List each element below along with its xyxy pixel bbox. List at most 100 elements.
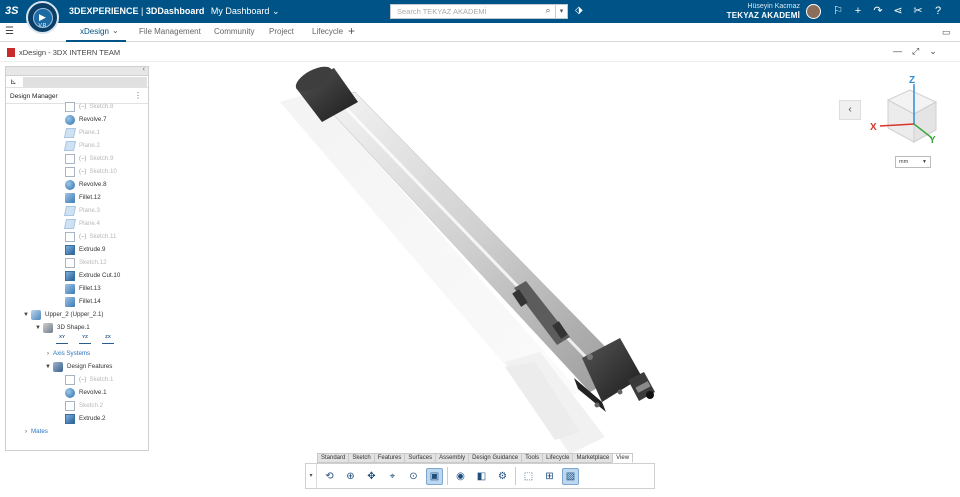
tree-filter-input[interactable]	[23, 77, 147, 87]
tree-item[interactable]: Plane.1	[63, 126, 100, 139]
reference-plane-icon[interactable]: ZX	[102, 334, 114, 344]
chevron-down-icon[interactable]: ⌄	[929, 46, 937, 57]
tree-item[interactable]: Fillet.14	[65, 295, 101, 308]
plane-icon	[63, 218, 77, 229]
chevron-down-icon[interactable]: ⌄	[112, 26, 119, 35]
expand-triangle-icon[interactable]: ▼	[43, 364, 53, 370]
3d-viewport[interactable]	[150, 62, 960, 495]
tree-item-axis-systems[interactable]: › Axis Systems	[43, 347, 90, 360]
action-tab-sketch[interactable]: Sketch	[348, 453, 375, 463]
tree-item[interactable]: Extrude Cut.10	[65, 269, 120, 282]
action-tab-view[interactable]: View	[612, 453, 634, 463]
tree-item[interactable]: Plane.3	[63, 204, 100, 217]
tab-file-management[interactable]: File Management	[139, 27, 201, 36]
add-tab-button[interactable]: +	[348, 24, 355, 38]
tree-item[interactable]: Extrude.9	[65, 243, 105, 256]
tab-community[interactable]: Community	[214, 27, 254, 36]
tree-item[interactable]: Sketch.12	[65, 256, 107, 269]
chevron-right-icon[interactable]: ›	[43, 351, 53, 357]
chevron-right-icon[interactable]: ›	[21, 429, 31, 435]
tree-item[interactable]: Plane.2	[63, 139, 100, 152]
user-info[interactable]: Hüseyin Kacmaz TEKYAZ AKADEMİ	[700, 2, 800, 20]
back-button[interactable]: ‹	[839, 100, 861, 120]
communicate-icon[interactable]: ⚐	[830, 3, 846, 19]
reference-plane-icon[interactable]: YZ	[79, 334, 91, 344]
tree-item[interactable]: Revolve.8	[65, 178, 107, 191]
more-options-icon[interactable]: ⋮	[134, 91, 142, 100]
tree-item[interactable]: Plane.4	[63, 217, 100, 230]
reference-plane-icon[interactable]: XY	[56, 334, 68, 344]
app-brand[interactable]: 3DEXPERIENCE | 3DDashboard My Dashboard …	[69, 6, 280, 17]
search-input[interactable]: Search TEKYAZ AKADEMİ	[391, 7, 541, 16]
tree-item-mates[interactable]: › Mates	[21, 425, 48, 438]
zoom-icon[interactable]: ⊕	[342, 468, 359, 485]
tree-item-3d-shape[interactable]: ▼ 3D Shape.1	[33, 321, 90, 334]
fit-all-icon[interactable]: ⊙	[405, 468, 422, 485]
fullscreen-icon[interactable]: ⤢	[912, 46, 919, 57]
action-tab-features[interactable]: Features	[373, 453, 406, 463]
orientation-triad[interactable]: Z X Y	[866, 74, 946, 154]
action-tab-design-guidance[interactable]: Design Guidance	[468, 453, 523, 463]
rotate-icon[interactable]: ⟲	[321, 468, 338, 485]
tab-project[interactable]: Project	[269, 27, 294, 36]
expand-triangle-icon[interactable]: ▼	[33, 325, 43, 331]
tab-xdesign[interactable]: xDesign	[80, 27, 109, 36]
screen-capture-icon[interactable]: ▨	[562, 467, 579, 485]
tree-item[interactable]: (–) Sketch.10	[65, 165, 117, 178]
avatar[interactable]	[806, 4, 821, 19]
tree-item[interactable]: Fillet.12	[65, 191, 101, 204]
tree-item[interactable]: Sketch.2	[65, 399, 103, 412]
compass[interactable]: ▶ V.R	[26, 1, 59, 34]
tree-item[interactable]: Fillet.13	[65, 282, 101, 295]
sketch-icon	[65, 101, 75, 112]
appearance-icon[interactable]: ◧	[473, 468, 490, 485]
action-tab-tools[interactable]: Tools	[521, 453, 544, 463]
menu-icon[interactable]: ☰	[5, 26, 14, 37]
tree-item[interactable]: (–) Sketch.8	[65, 100, 113, 113]
action-tab-standard[interactable]: Standard	[317, 453, 350, 463]
tab-lifecycle[interactable]: Lifecycle	[312, 27, 343, 36]
tag-icon[interactable]: ⬗	[575, 5, 583, 16]
tree-item[interactable]: Revolve.7	[65, 113, 107, 126]
add-icon[interactable]: +	[850, 3, 866, 19]
tree-view-icon[interactable]: ⊾	[10, 77, 17, 86]
tree-item[interactable]: Extrude.2	[65, 412, 105, 425]
share-arrow-icon[interactable]: ↷	[870, 3, 886, 19]
action-tab-assembly[interactable]: Assembly	[435, 453, 470, 463]
search-scope-dropdown-icon[interactable]: ▾	[555, 5, 567, 18]
tools-icon[interactable]: ✂	[910, 3, 926, 19]
expand-triangle-icon[interactable]: ▼	[21, 312, 31, 318]
dashboard-selector[interactable]: My Dashboard	[211, 6, 270, 16]
pan-icon[interactable]: ✥	[363, 468, 380, 485]
tree-item-upper[interactable]: ▼ Upper_2 (Upper_2.1)	[21, 308, 103, 321]
display-mode-icon[interactable]: ⊞	[541, 468, 558, 485]
tree-row-label: Fillet.13	[79, 285, 101, 292]
search-icon[interactable]: ⌕	[541, 5, 555, 18]
tree-item-design-features[interactable]: ▼ Design Features	[43, 360, 112, 373]
view-cube-icon[interactable]: ▣	[426, 467, 443, 485]
zoom-box-icon[interactable]: ⌖	[384, 468, 401, 485]
search-bar[interactable]: Search TEKYAZ AKADEMİ ⌕ ▾	[390, 4, 568, 19]
action-tab-surfaces[interactable]: Surfaces	[404, 453, 437, 463]
share-icon[interactable]: ⋖	[890, 3, 906, 19]
chevron-down-icon[interactable]: ⌄	[272, 6, 280, 16]
tree-item[interactable]: (–) Sketch.11	[65, 230, 116, 243]
collapse-panel-icon[interactable]: ‹	[143, 67, 145, 73]
tree-item[interactable]: (–) Sketch.9	[65, 152, 113, 165]
ds-logo-icon[interactable]: 3S	[5, 5, 18, 17]
tree-item[interactable]: (–) Sketch.1	[65, 373, 113, 386]
chat-icon[interactable]: ▭	[942, 27, 951, 38]
model-canvas[interactable]	[150, 62, 960, 495]
action-tab-marketplace[interactable]: Marketplace	[572, 453, 614, 463]
minimize-icon[interactable]: —	[893, 46, 902, 57]
tree-item[interactable]: Revolve.1	[65, 386, 107, 399]
action-tab-lifecycle[interactable]: Lifecycle	[542, 453, 574, 463]
unit-selector[interactable]: mm ▼	[895, 156, 931, 168]
help-icon[interactable]: ?	[930, 3, 946, 19]
section-view-icon[interactable]: ⬚	[520, 468, 537, 485]
render-settings-icon[interactable]: ⚙	[494, 468, 511, 485]
visibility-icon[interactable]: ◉	[452, 468, 469, 485]
xdesign-app-icon	[7, 48, 15, 57]
action-bar-expand-icon[interactable]: ▾	[306, 464, 317, 488]
tree-row-label: Fillet.12	[79, 194, 101, 201]
